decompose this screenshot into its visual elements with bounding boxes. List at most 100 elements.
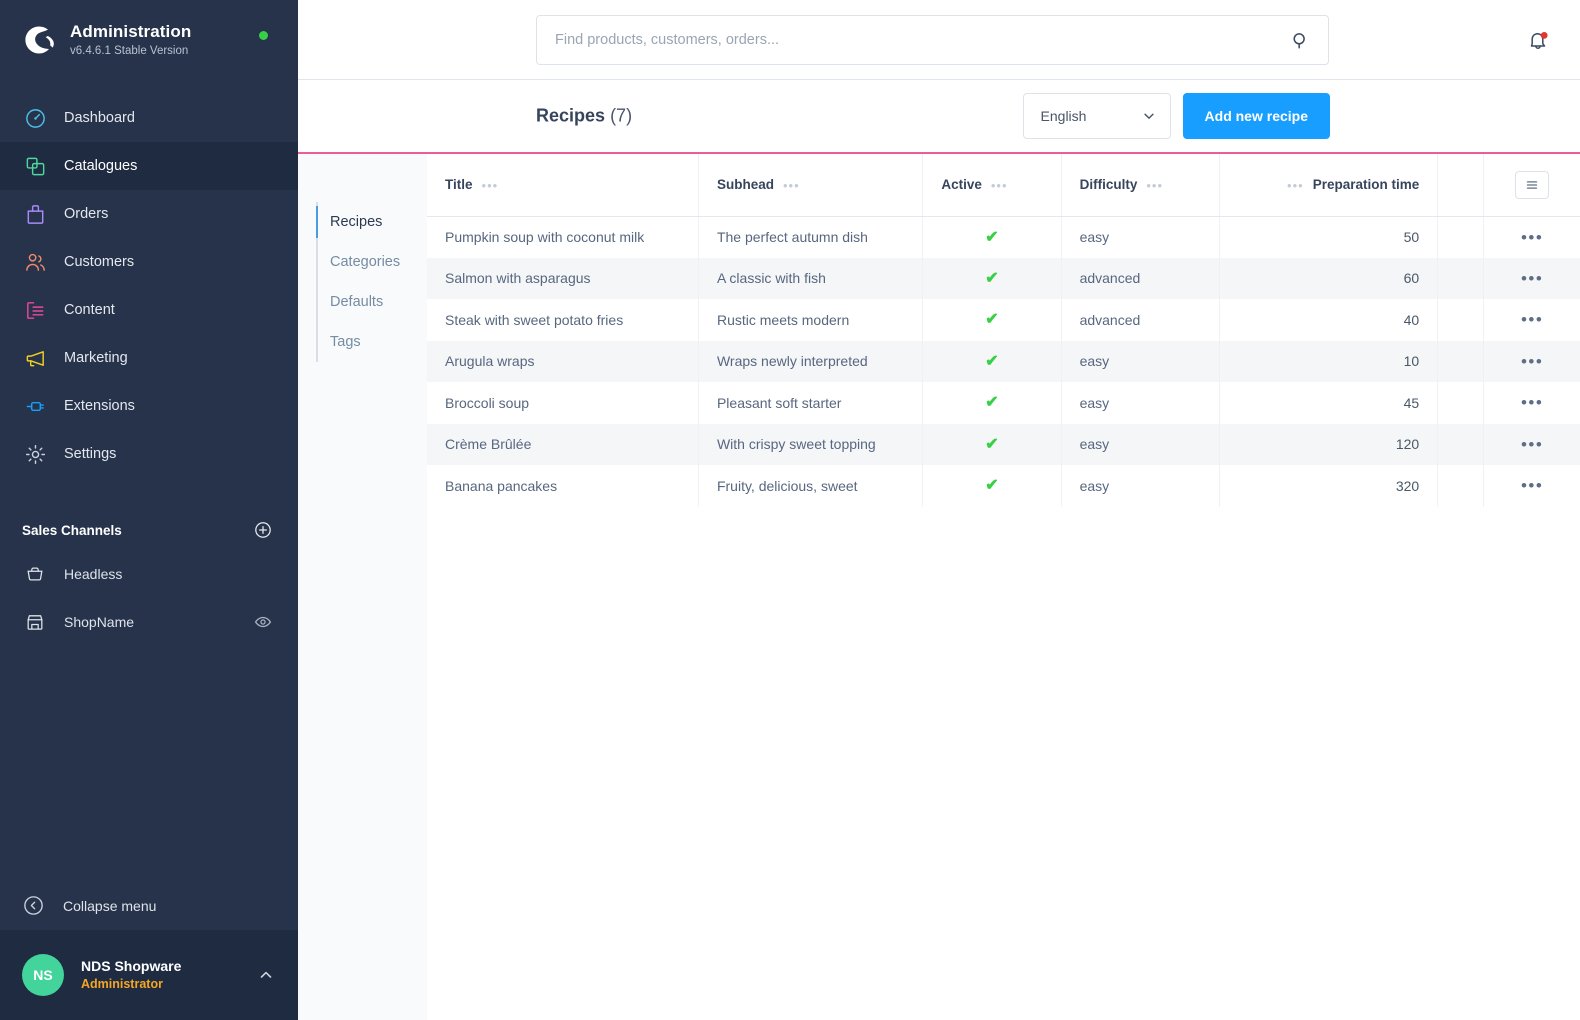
- sidebar-item-dashboard[interactable]: Dashboard: [0, 94, 298, 142]
- chevron-down-icon: [1142, 109, 1156, 123]
- cell-spacer: [1437, 465, 1485, 507]
- sales-channels-title: Sales Channels: [22, 522, 122, 538]
- subnav-item-tags[interactable]: Tags: [316, 322, 427, 362]
- search-box[interactable]: [536, 15, 1329, 65]
- sub-navigation: Recipes Categories Defaults Tags: [298, 154, 427, 1020]
- table-row[interactable]: Salmon with asparagus A classic with fis…: [427, 257, 1580, 299]
- cell-title: Crème Brûlée: [427, 423, 699, 465]
- sidebar-item-content[interactable]: Content: [0, 286, 298, 334]
- column-header-difficulty[interactable]: Difficulty •••: [1061, 154, 1220, 217]
- cell-subhead: Fruity, delicious, sweet: [698, 465, 924, 507]
- cell-subhead: The perfect autumn dish: [698, 216, 924, 258]
- cell-subhead: Rustic meets modern: [698, 299, 924, 341]
- column-menu-icon[interactable]: •••: [1287, 178, 1304, 193]
- table-row[interactable]: Broccoli soup Pleasant soft starter ✔ ea…: [427, 382, 1580, 424]
- sidebar-item-shopname[interactable]: ShopName: [0, 598, 298, 646]
- column-header-label: Difficulty: [1079, 176, 1138, 192]
- sidebar-item-headless[interactable]: Headless: [0, 550, 298, 598]
- table-row[interactable]: Banana pancakes Fruity, delicious, sweet…: [427, 465, 1580, 507]
- cell-preparation-time: 50: [1219, 216, 1439, 258]
- sidebar-item-extensions[interactable]: Extensions: [0, 382, 298, 430]
- cell-subhead: With crispy sweet topping: [698, 423, 924, 465]
- table-row[interactable]: Arugula wraps Wraps newly interpreted ✔ …: [427, 340, 1580, 383]
- cell-row-actions: •••: [1484, 465, 1580, 507]
- check-icon: ✔: [985, 269, 999, 287]
- plus-circle-icon[interactable]: [254, 521, 272, 539]
- sidebar-item-label: Settings: [64, 446, 117, 462]
- search-input[interactable]: [555, 32, 1291, 48]
- ellipsis-icon[interactable]: •••: [1521, 393, 1543, 412]
- language-select[interactable]: English: [1022, 93, 1171, 139]
- subnav-item-categories[interactable]: Categories: [316, 242, 427, 282]
- column-menu-icon[interactable]: •••: [783, 178, 800, 193]
- ellipsis-icon[interactable]: •••: [1521, 435, 1543, 454]
- check-icon: ✔: [985, 311, 999, 329]
- ellipsis-icon[interactable]: •••: [1521, 310, 1543, 329]
- cell-row-actions: •••: [1484, 341, 1580, 383]
- subnav-item-recipes[interactable]: Recipes: [316, 202, 427, 242]
- cell-title: Broccoli soup: [427, 382, 699, 424]
- subnav-item-label: Defaults: [330, 294, 384, 310]
- cell-preparation-time: 60: [1219, 257, 1439, 299]
- page-title: Recipes (7): [536, 106, 632, 127]
- check-icon: ✔: [985, 394, 999, 412]
- subnav-item-label: Categories: [330, 254, 401, 270]
- sidebar-item-settings[interactable]: Settings: [0, 430, 298, 478]
- cell-title: Steak with sweet potato fries: [427, 299, 699, 341]
- cell-title: Banana pancakes: [427, 465, 699, 507]
- table-row[interactable]: Pumpkin soup with coconut milk The perfe…: [427, 216, 1580, 258]
- dashboard-gauge-icon: [22, 105, 48, 131]
- sidebar-item-customers[interactable]: Customers: [0, 238, 298, 286]
- cell-active: ✔: [922, 340, 1062, 382]
- cell-preparation-time: 40: [1219, 299, 1439, 341]
- sidebar-item-catalogues[interactable]: Catalogues: [0, 142, 298, 190]
- ellipsis-icon[interactable]: •••: [1521, 269, 1543, 288]
- content-area: Recipes Categories Defaults Tags Title •…: [298, 154, 1580, 1020]
- column-menu-icon[interactable]: •••: [482, 178, 499, 193]
- list-settings-icon[interactable]: [1515, 170, 1550, 199]
- ellipsis-icon[interactable]: •••: [1521, 228, 1543, 247]
- notifications-button[interactable]: [1525, 28, 1551, 54]
- ellipsis-icon[interactable]: •••: [1521, 476, 1543, 495]
- cell-preparation-time: 45: [1219, 382, 1439, 424]
- table-row[interactable]: Crème Brûlée With crispy sweet topping ✔…: [427, 423, 1580, 465]
- sidebar-item-label: Content: [64, 302, 115, 318]
- sidebar-item-orders[interactable]: Orders: [0, 190, 298, 238]
- user-role: Administrator: [81, 977, 163, 992]
- column-header-title[interactable]: Title •••: [427, 154, 699, 217]
- column-header-subhead[interactable]: Subhead •••: [698, 154, 924, 217]
- table-head: Title ••• Subhead ••• Active ••• Difficulty…: [427, 154, 1580, 217]
- sidebar-item-marketing[interactable]: Marketing: [0, 334, 298, 382]
- column-header-active[interactable]: Active •••: [922, 154, 1062, 217]
- eye-icon[interactable]: [254, 613, 272, 631]
- cell-row-actions: •••: [1484, 299, 1580, 341]
- column-header-label: Active: [941, 176, 982, 192]
- column-menu-icon[interactable]: •••: [1146, 178, 1163, 193]
- table-body: Pumpkin soup with coconut milk The perfe…: [427, 216, 1580, 507]
- chevron-up-icon[interactable]: [258, 967, 274, 983]
- column-header-preparation-time[interactable]: ••• Preparation time: [1219, 154, 1439, 217]
- top-bar: [298, 0, 1580, 80]
- chevron-left-circle-icon: [22, 894, 46, 918]
- column-header-label: Preparation time: [1312, 176, 1420, 192]
- table-row[interactable]: Steak with sweet potato fries Rustic mee…: [427, 299, 1580, 341]
- cell-difficulty: easy: [1061, 465, 1220, 507]
- cell-spacer: [1437, 382, 1485, 424]
- column-menu-icon[interactable]: •••: [991, 178, 1008, 193]
- check-icon: ✔: [985, 477, 999, 495]
- add-new-recipe-button[interactable]: Add new recipe: [1182, 93, 1330, 139]
- collapse-menu-button[interactable]: Collapse menu: [0, 882, 298, 930]
- search-icon[interactable]: [1291, 31, 1310, 50]
- subnav-item-label: Recipes: [330, 214, 383, 230]
- cell-active: ✔: [922, 257, 1062, 299]
- subnav-item-label: Tags: [330, 334, 361, 350]
- user-account-bar[interactable]: NS NDS Shopware Administrator: [0, 930, 298, 1020]
- cell-spacer: [1437, 216, 1485, 258]
- admin-app: Administration v6.4.6.1 Stable Version D…: [0, 0, 1580, 1020]
- ellipsis-icon[interactable]: •••: [1521, 352, 1543, 371]
- brand-header[interactable]: Administration v6.4.6.1 Stable Version: [0, 0, 298, 80]
- cell-preparation-time: 120: [1219, 423, 1439, 465]
- subnav-item-defaults[interactable]: Defaults: [316, 282, 427, 322]
- language-select-value: English: [1040, 108, 1087, 124]
- recipes-table-wrapper: Title ••• Subhead ••• Active ••• Difficulty…: [427, 154, 1580, 1020]
